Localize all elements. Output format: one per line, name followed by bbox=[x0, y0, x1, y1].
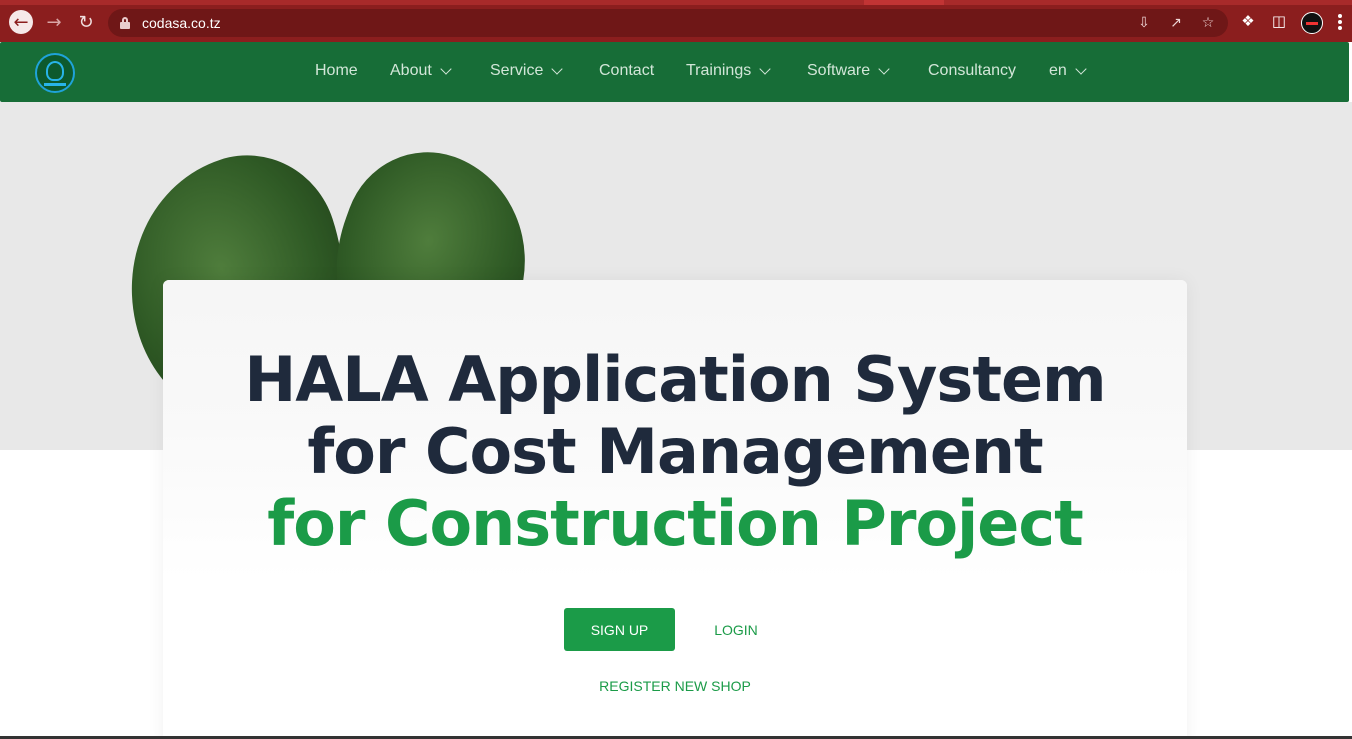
nav-software[interactable]: Software bbox=[807, 62, 890, 80]
logo-base bbox=[44, 83, 66, 86]
nav-about[interactable]: About bbox=[390, 62, 452, 80]
browser-toolbar: ← → ↻ codasa.co.tz ⇩ ↗ ☆ ❖ ◫ bbox=[0, 0, 1352, 42]
url-text[interactable]: codasa.co.tz bbox=[142, 15, 221, 31]
chevron-down-icon bbox=[440, 62, 452, 75]
register-new-shop-link[interactable]: REGISTER NEW SHOP bbox=[575, 678, 775, 698]
nav-about-label: About bbox=[390, 62, 432, 79]
reload-icon[interactable]: ↻ bbox=[74, 10, 98, 34]
back-arrow-icon[interactable]: ← bbox=[9, 10, 33, 34]
nav-service[interactable]: Service bbox=[490, 62, 564, 80]
chevron-down-icon bbox=[1075, 62, 1087, 75]
extensions-puzzle-icon[interactable]: ❖ bbox=[1237, 10, 1259, 32]
chevron-down-icon bbox=[759, 62, 771, 75]
sign-up-button[interactable]: SIGN UP bbox=[564, 608, 675, 651]
profile-avatar[interactable] bbox=[1301, 12, 1323, 34]
nav-contact[interactable]: Contact bbox=[599, 62, 654, 80]
site-navbar: Home About Service Contact Trainings Sof… bbox=[0, 42, 1349, 102]
codasa-logo[interactable] bbox=[35, 53, 75, 93]
bookmark-star-icon[interactable]: ☆ bbox=[1199, 14, 1217, 32]
logo-emblem-icon bbox=[46, 61, 64, 81]
nav-consultancy-label: Consultancy bbox=[928, 62, 1017, 79]
hero-title-line2: for Cost Management bbox=[307, 415, 1043, 488]
hero-title-line3: for Construction Project bbox=[267, 487, 1083, 560]
active-tab-indicator[interactable] bbox=[864, 0, 944, 5]
nav-language[interactable]: en bbox=[1049, 62, 1087, 80]
nav-trainings[interactable]: Trainings bbox=[686, 62, 771, 80]
hero-title-line1: HALA Application System bbox=[244, 343, 1106, 416]
forward-arrow-icon[interactable]: → bbox=[42, 10, 66, 34]
chevron-down-icon bbox=[878, 62, 890, 75]
nav-trainings-label: Trainings bbox=[686, 62, 752, 79]
nav-home[interactable]: Home bbox=[315, 62, 358, 80]
login-button[interactable]: LOGIN bbox=[704, 608, 768, 651]
nav-consultancy[interactable]: Consultancy bbox=[928, 62, 1016, 80]
address-bar[interactable]: codasa.co.tz ⇩ ↗ ☆ bbox=[108, 9, 1228, 37]
nav-software-label: Software bbox=[807, 62, 871, 79]
share-icon[interactable]: ↗ bbox=[1167, 14, 1185, 32]
browser-menu-icon[interactable] bbox=[1338, 14, 1342, 30]
tab-strip bbox=[0, 0, 1352, 5]
nav-service-label: Service bbox=[490, 62, 544, 79]
install-app-icon[interactable]: ⇩ bbox=[1135, 14, 1153, 32]
nav-contact-label: Contact bbox=[599, 62, 655, 79]
nav-language-label: en bbox=[1049, 62, 1067, 79]
lock-icon[interactable] bbox=[120, 17, 130, 29]
chevron-down-icon bbox=[551, 62, 564, 75]
nav-home-label: Home bbox=[315, 62, 358, 79]
side-panel-icon[interactable]: ◫ bbox=[1268, 10, 1290, 32]
